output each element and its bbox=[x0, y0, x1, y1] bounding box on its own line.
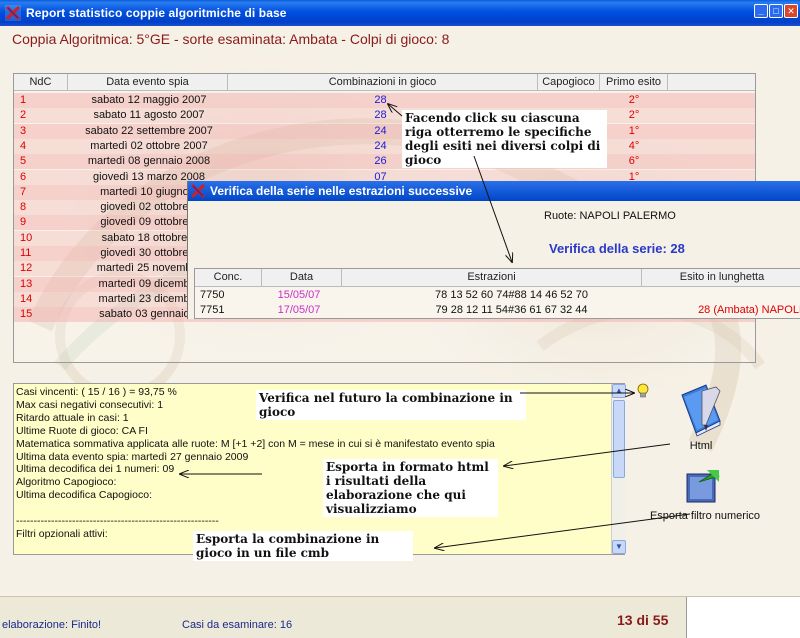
x-logo-icon bbox=[5, 5, 21, 21]
esporta-button-label: Esporta filtro numerico bbox=[649, 510, 761, 522]
esporta-filtro-numerico-button[interactable]: Esporta filtro numerico bbox=[645, 468, 765, 526]
row-date: martedì 08 gennaio 2008 bbox=[87, 155, 211, 168]
minimize-button[interactable]: _ bbox=[754, 4, 768, 18]
popup-title: Verifica della serie nelle estrazioni su… bbox=[210, 184, 473, 198]
x-logo-icon bbox=[190, 183, 206, 199]
summary-line: Ultima decodifica Capogioco: bbox=[16, 489, 152, 502]
coppia-header: Coppia Algoritmica: 5°GE - sorte esamina… bbox=[12, 31, 450, 47]
table-row[interactable]: 7751 17/05/07 79 28 12 11 54#36 61 67 32 4… bbox=[195, 303, 800, 318]
row-primo-esito: 2° bbox=[628, 109, 640, 122]
row-date: martedì 02 ottobre 2007 bbox=[90, 139, 208, 152]
col-data-evento[interactable]: Data evento spia bbox=[68, 74, 228, 91]
annotation-esporta-html: Esporta in formato html i risultati dell… bbox=[323, 459, 498, 517]
minimize-icon: _ bbox=[758, 6, 764, 16]
estrazioni-table[interactable]: Conc. Data Estrazioni Esito in lunghetta… bbox=[194, 268, 800, 319]
status-casi: Casi da esaminare: 16 bbox=[182, 619, 293, 631]
verifica-serie-window[interactable]: Verifica della serie nelle estrazioni su… bbox=[187, 181, 800, 319]
summary-line: Casi vincenti: ( 15 / 16 ) = 93,75 % bbox=[16, 386, 177, 398]
row-conc: 7751 bbox=[200, 304, 225, 316]
row-ndc: 7 bbox=[20, 185, 27, 198]
col-data[interactable]: Data bbox=[262, 269, 342, 287]
row-ndc: 15 bbox=[20, 308, 33, 321]
row-ndc: 3 bbox=[20, 124, 27, 137]
scroll-up-icon[interactable]: ▲ bbox=[612, 384, 626, 398]
col-empty bbox=[668, 74, 755, 91]
row-ndc: 8 bbox=[20, 201, 27, 214]
col-estrazioni[interactable]: Estrazioni bbox=[342, 269, 642, 287]
table-row[interactable]: 3 sabato 22 settembre 2007 24 1° bbox=[14, 123, 755, 139]
row-ndc: 9 bbox=[20, 216, 27, 229]
summary-line: Max casi negativi consecutivi: 1 bbox=[16, 398, 164, 411]
row-primo-esito: 1° bbox=[628, 124, 640, 137]
table-row[interactable]: 4 martedì 02 ottobre 2007 24 4° bbox=[14, 138, 755, 154]
scroll-down-icon[interactable]: ▼ bbox=[612, 540, 626, 554]
summary-line: Matematica sommativa applicata alle ruot… bbox=[16, 437, 495, 450]
summary-line: Ultima decodifica dei 1 numeri: 09 bbox=[16, 463, 175, 476]
summary-line: Ultime Ruote di gioco: CA FI bbox=[16, 424, 148, 437]
summary-line: Algoritmo Capogioco: bbox=[16, 476, 117, 489]
row-date: sabato 12 maggio 2007 bbox=[91, 94, 207, 106]
status-elaborazione: elaborazione: Finito! bbox=[2, 619, 102, 631]
col-conc[interactable]: Conc. bbox=[195, 269, 262, 287]
row-date: sabato 11 agosto 2007 bbox=[93, 109, 205, 122]
maximize-button[interactable]: □ bbox=[769, 4, 783, 18]
row-ndc: 4 bbox=[20, 139, 27, 152]
row-ndc: 2 bbox=[20, 109, 27, 122]
book-pen-icon bbox=[681, 384, 721, 437]
row-ndc: 5 bbox=[20, 155, 27, 168]
scroll-thumb[interactable] bbox=[613, 400, 625, 478]
window-titlebar[interactable]: Report statistico coppie algoritmiche di… bbox=[0, 0, 800, 26]
summary-line: Ritardo attuale in casi: 1 bbox=[16, 411, 129, 424]
close-button[interactable]: ✕ bbox=[784, 4, 798, 18]
row-primo-esito: 2° bbox=[628, 94, 640, 106]
status-bar: elaborazione: Finito! Casi da esaminare:… bbox=[0, 596, 800, 638]
row-ndc: 13 bbox=[20, 277, 33, 290]
verifica-serie-label: Verifica della serie: 28 bbox=[549, 241, 685, 256]
row-ndc: 1 bbox=[20, 94, 27, 106]
table-row[interactable]: 7750 15/05/07 78 13 52 60 74#88 14 46 52 7… bbox=[195, 288, 800, 303]
popup-titlebar[interactable]: Verifica della serie nelle estrazioni su… bbox=[188, 181, 800, 201]
col-primo-esito[interactable]: Primo esito bbox=[600, 74, 668, 91]
row-primo-esito: 4° bbox=[628, 139, 640, 152]
close-icon: ✕ bbox=[787, 6, 795, 16]
col-ndc[interactable]: NdC bbox=[14, 74, 68, 91]
row-date: sabato 22 settembre 2007 bbox=[85, 124, 213, 137]
row-estrazioni: 78 13 52 60 74#88 14 46 52 70 bbox=[435, 289, 588, 301]
html-export-button[interactable]: Html bbox=[662, 381, 740, 456]
page-counter: 13 di 55 bbox=[617, 612, 669, 628]
table-row[interactable]: 1 sabato 12 maggio 2007 28 2° bbox=[14, 93, 755, 108]
report-content: Coppia Algoritmica: 5°GE - sorte esamina… bbox=[0, 26, 800, 596]
status-blank-panel bbox=[687, 597, 800, 638]
col-esito-lunghetta[interactable]: Esito in lunghetta bbox=[642, 269, 800, 287]
row-ndc: 12 bbox=[20, 262, 33, 275]
row-data: 15/05/07 bbox=[277, 289, 321, 301]
window-title: Report statistico coppie algoritmiche di… bbox=[26, 6, 287, 20]
table-row[interactable]: 2 sabato 11 agosto 2007 28 2° bbox=[14, 108, 755, 124]
row-ndc: 6 bbox=[20, 170, 27, 183]
summary-line: Filtri opzionali attivi: bbox=[16, 527, 108, 540]
annotation-verifica-futuro: Verifica nel futuro la combinazione in g… bbox=[256, 390, 526, 420]
lightbulb-icon[interactable] bbox=[637, 383, 649, 399]
html-button-label: Html bbox=[689, 440, 713, 452]
row-esito: 28 (Ambata) NAPOLI bbox=[698, 304, 800, 316]
row-comb: 28 bbox=[374, 94, 387, 106]
row-ndc: 10 bbox=[20, 231, 33, 244]
summary-line: ----------------------------------------… bbox=[16, 515, 219, 527]
col-capogioco[interactable]: Capogioco bbox=[538, 74, 600, 91]
col-combinazioni[interactable]: Combinazioni in gioco bbox=[228, 74, 538, 91]
row-ndc: 11 bbox=[20, 247, 32, 259]
export-filter-icon bbox=[686, 470, 720, 503]
row-conc: 7750 bbox=[200, 289, 225, 301]
summary-scrollbar[interactable]: ▲ ▼ bbox=[611, 384, 626, 554]
maximize-icon: □ bbox=[773, 6, 779, 16]
row-data: 17/05/07 bbox=[277, 304, 321, 316]
annotation-esporta-cmb: Esporta la combinazione in gioco in un f… bbox=[193, 531, 413, 561]
row-estrazioni: 79 28 12 11 54#36 61 67 32 44 bbox=[435, 304, 588, 316]
row-primo-esito: 6° bbox=[628, 155, 640, 168]
row-ndc: 14 bbox=[20, 292, 33, 305]
ruote-label: Ruote: NAPOLI PALERMO bbox=[544, 210, 676, 222]
table-row[interactable]: 5 martedì 08 gennaio 2008 26 6° bbox=[14, 154, 755, 170]
annotation-click-riga: Facendo click su ciascuna riga otterremo… bbox=[402, 110, 607, 168]
summary-line: Ultima data evento spia: martedì 27 genn… bbox=[16, 450, 249, 463]
